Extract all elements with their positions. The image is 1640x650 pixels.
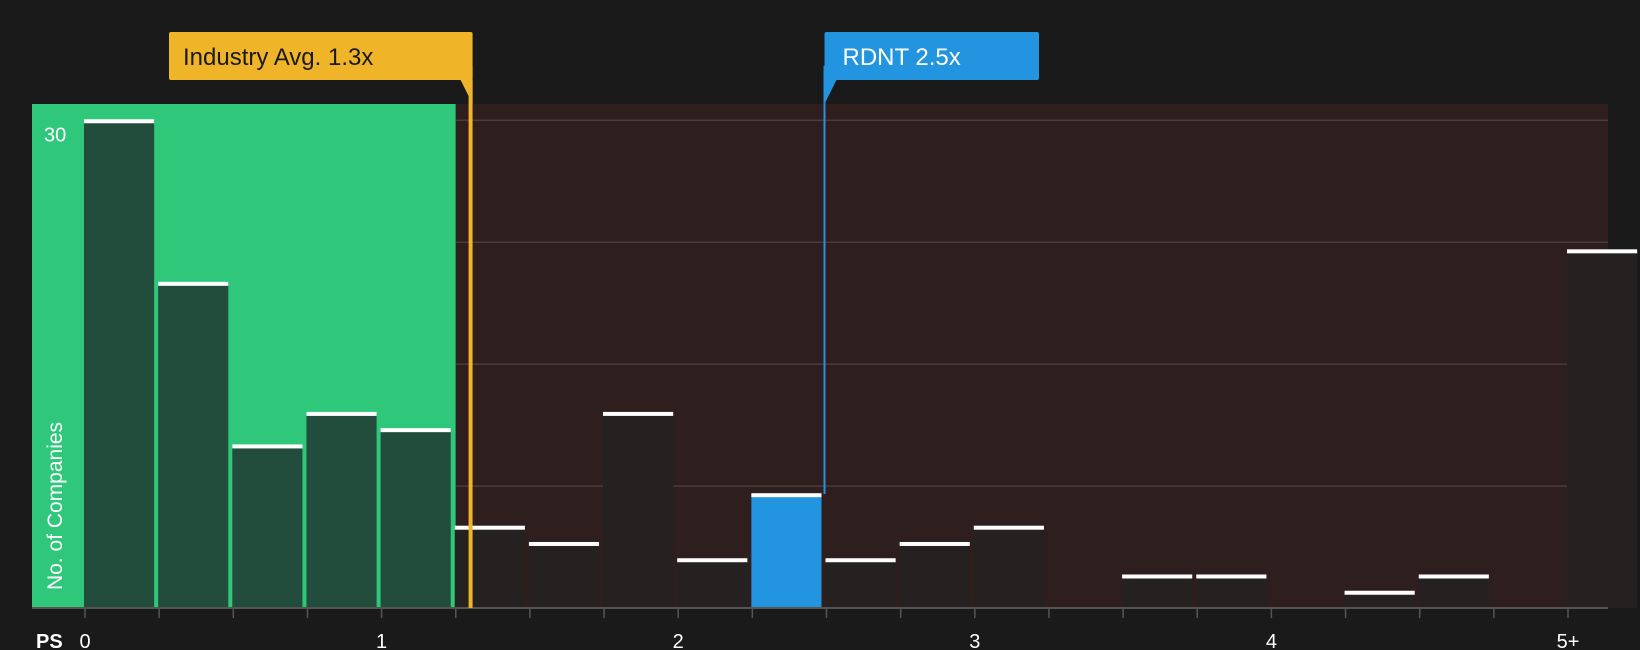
x-tick-label-4: 4 <box>1266 631 1277 650</box>
histogram-bar-cap-2 <box>158 281 229 286</box>
histogram-bar-cap-6 <box>454 525 525 530</box>
x-tick-label-3: 3 <box>969 631 980 650</box>
histogram-bar-14 <box>1122 575 1193 608</box>
histogram-bar-cap-8 <box>603 411 674 416</box>
y-tick-label-30: 30 <box>44 124 66 146</box>
histogram-bar-cap-18 <box>1567 249 1638 254</box>
industry-avg-pointer <box>460 80 473 104</box>
histogram-bar-7 <box>528 542 600 608</box>
histogram-bar-15 <box>1196 575 1267 608</box>
histogram-bar-cap-17 <box>1418 574 1489 579</box>
histogram-bar-9 <box>677 559 748 608</box>
company-pointer <box>824 80 837 104</box>
histogram-bar-cap-3 <box>232 444 303 449</box>
histogram-bar-10 <box>751 494 822 608</box>
histogram-bar-1 <box>84 120 155 609</box>
histogram-bar-4 <box>306 412 377 608</box>
histogram-bar-cap-12 <box>899 541 970 546</box>
histogram-bar-2 <box>158 282 229 608</box>
histogram-bar-11 <box>825 559 896 608</box>
histogram-bar-5 <box>380 429 451 608</box>
histogram-bar-cap-16 <box>1344 590 1415 595</box>
histogram-bar-cap-7 <box>528 541 600 546</box>
x-tick-label-1: 1 <box>376 631 387 650</box>
chart-svg: 0 1 2 3 4 5+ PS 30 No. of Companies Industry Avg.… <box>32 32 1638 650</box>
histogram-bar-cap-1 <box>84 119 155 124</box>
y-axis-label: No. of Companies <box>44 422 67 590</box>
histogram-bar-cap-15 <box>1196 574 1267 579</box>
histogram-bar-12 <box>899 542 970 608</box>
histogram-bar-cap-5 <box>380 428 451 433</box>
histogram-bar-cap-14 <box>1122 574 1193 579</box>
industry-avg-label: Industry Avg. 1.3x <box>183 44 373 71</box>
ps-distribution-chart: 0 1 2 3 4 5+ PS 30 No. of Companies Industry Avg.… <box>0 0 1640 650</box>
histogram-bar-17 <box>1418 575 1489 608</box>
x-axis-label: PS <box>36 631 63 650</box>
histogram-bar-6 <box>454 526 525 608</box>
histogram-bar-3 <box>232 445 303 608</box>
histogram-bar-8 <box>603 412 674 608</box>
histogram-bar-13 <box>973 526 1044 608</box>
histogram-bar-18 <box>1567 250 1638 609</box>
histogram-bar-cap-10 <box>751 493 822 498</box>
x-tick-label-2: 2 <box>673 631 684 650</box>
company-label: RDNT 2.5x <box>843 44 961 71</box>
histogram-bar-cap-9 <box>677 558 748 563</box>
x-tick-label-0: 0 <box>79 631 90 650</box>
histogram-bar-cap-11 <box>825 558 896 563</box>
histogram-bar-cap-4 <box>306 411 377 416</box>
histogram-bar-cap-13 <box>973 525 1044 530</box>
x-tick-label-5+: 5+ <box>1557 631 1580 650</box>
